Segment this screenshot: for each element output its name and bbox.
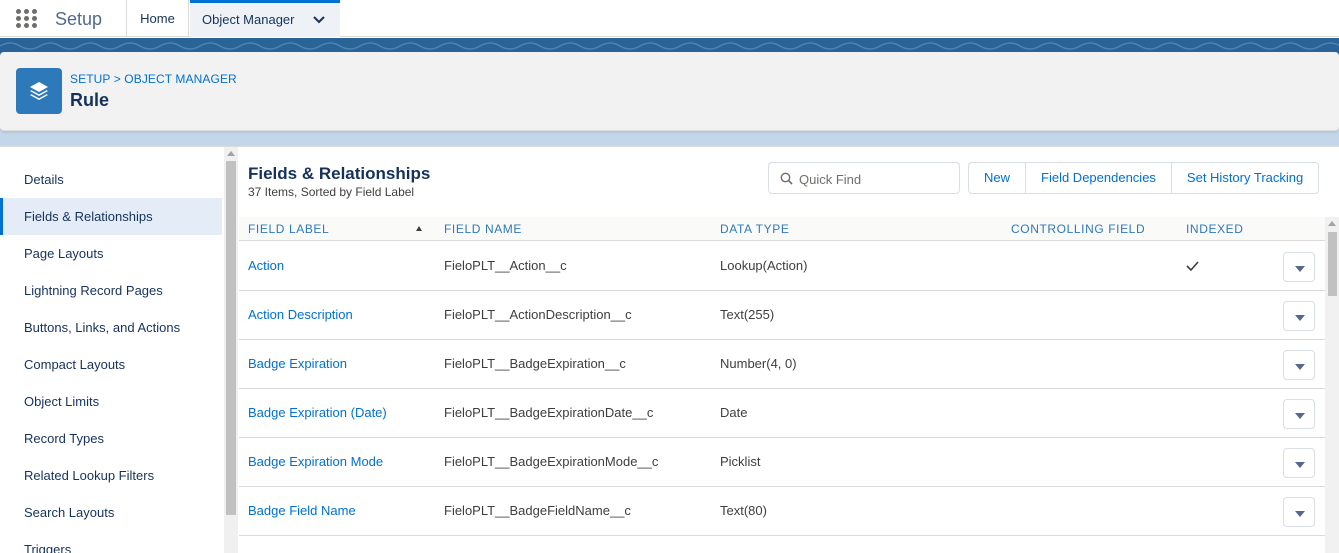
sidebar-item-compact-layouts[interactable]: Compact Layouts	[0, 346, 222, 383]
table-row: Badge Expiration (Date) FieloPLT__BadgeEx…	[239, 389, 1325, 438]
sidebar-scrollbar[interactable]	[224, 147, 238, 553]
chevron-down-icon	[1295, 266, 1305, 272]
field-data-type: Number(4, 0)	[720, 356, 797, 371]
table-row: Action FieloPLT__Action__c Lookup(Action)	[239, 242, 1325, 291]
indexed-check-icon	[1186, 261, 1199, 272]
quick-find-input[interactable]	[799, 169, 949, 189]
field-data-type: Text(80)	[720, 503, 767, 518]
field-label-link[interactable]: Badge Expiration (Date)	[248, 389, 387, 437]
action-button-group: New Field Dependencies Set History Track…	[968, 162, 1320, 194]
sidebar: Details Fields & Relationships Page Layo…	[0, 147, 224, 553]
row-actions-button[interactable]	[1283, 301, 1315, 331]
chevron-down-icon	[1295, 511, 1305, 517]
table-header: FIELD LABEL FIELD NAME DATA TYPE CONTROL…	[239, 217, 1325, 241]
sidebar-item-record-types[interactable]: Record Types	[0, 420, 222, 457]
chevron-down-icon	[1295, 315, 1305, 321]
new-button[interactable]: New	[969, 163, 1025, 193]
field-label-link[interactable]: Badge Field Name	[248, 487, 356, 535]
table-row: Badge Expiration FieloPLT__BadgeExpiratio…	[239, 340, 1325, 389]
scroll-up-icon[interactable]	[1328, 221, 1336, 226]
breadcrumb-setup[interactable]: SETUP	[70, 72, 110, 86]
table-row: Action Description FieloPLT__ActionDescri…	[239, 291, 1325, 340]
field-data-type: Lookup(Action)	[720, 258, 808, 273]
row-actions-button[interactable]	[1283, 448, 1315, 478]
sidebar-item-related-lookup-filters[interactable]: Related Lookup Filters	[0, 457, 222, 494]
object-header: SETUP > OBJECT MANAGER Rule	[0, 52, 1339, 131]
table-scrollbar[interactable]	[1325, 217, 1339, 553]
column-header-field-label[interactable]: FIELD LABEL	[248, 217, 329, 241]
sidebar-item-object-limits[interactable]: Object Limits	[0, 383, 222, 420]
field-label-link[interactable]: Action Description	[248, 291, 353, 339]
field-api-name: FieloPLT__BadgeExpirationMode__c	[444, 454, 659, 469]
row-actions-button[interactable]	[1283, 350, 1315, 380]
column-header-field-name[interactable]: FIELD NAME	[444, 217, 522, 241]
search-icon	[780, 172, 793, 185]
section-title: Fields & Relationships	[248, 164, 431, 183]
app-name: Setup	[55, 9, 103, 29]
chevron-down-icon[interactable]	[312, 13, 326, 27]
chevron-down-icon	[1295, 364, 1305, 370]
field-dependencies-button[interactable]: Field Dependencies	[1025, 163, 1171, 193]
field-api-name: FieloPLT__BadgeExpirationDate__c	[444, 405, 654, 420]
field-label-link[interactable]: Action	[248, 242, 284, 290]
fields-panel: Fields & Relationships 37 Items, Sorted …	[239, 147, 1339, 553]
set-history-tracking-button[interactable]: Set History Tracking	[1170, 163, 1318, 193]
sidebar-item-buttons-links-actions[interactable]: Buttons, Links, and Actions	[0, 309, 222, 346]
field-data-type: Text(255)	[720, 307, 775, 322]
column-header-data-type[interactable]: DATA TYPE	[720, 217, 789, 241]
column-header-indexed[interactable]: INDEXED	[1186, 217, 1244, 241]
chevron-down-icon	[1295, 462, 1305, 468]
tab-home[interactable]: Home	[127, 0, 189, 37]
page-title: Rule	[70, 90, 110, 110]
row-actions-button[interactable]	[1283, 497, 1315, 527]
sort-ascending-icon	[416, 226, 422, 231]
sidebar-scrollbar-thumb[interactable]	[226, 161, 236, 515]
chevron-down-icon	[1295, 413, 1305, 419]
field-label-link[interactable]: Badge Expiration	[248, 340, 347, 388]
tab-object-manager[interactable]: Object Manager	[190, 0, 340, 37]
sidebar-item-fields-relationships[interactable]: Fields & Relationships	[0, 198, 222, 235]
field-api-name: FieloPLT__BadgeExpiration__c	[444, 356, 626, 371]
breadcrumb-object-manager[interactable]: OBJECT MANAGER	[124, 72, 237, 86]
scroll-up-icon[interactable]	[227, 151, 235, 156]
sidebar-item-lightning-record-pages[interactable]: Lightning Record Pages	[0, 272, 222, 309]
field-data-type: Date	[720, 405, 748, 420]
row-actions-button[interactable]	[1283, 252, 1315, 282]
table-row: Badge Field Name FieloPLT__BadgeFieldName…	[239, 487, 1325, 536]
sidebar-item-triggers[interactable]: Triggers	[0, 531, 222, 553]
table-scrollbar-thumb[interactable]	[1328, 232, 1337, 296]
field-label-link[interactable]: Badge Expiration Mode	[248, 438, 383, 486]
content-area: Details Fields & Relationships Page Layo…	[0, 146, 1339, 553]
field-api-name: FieloPLT__BadgeFieldName__c	[444, 503, 631, 518]
field-api-name: FieloPLT__ActionDescription__c	[444, 307, 632, 322]
stacked-layers-icon	[16, 68, 62, 114]
tab-object-manager-label: Object Manager	[202, 12, 295, 27]
breadcrumb-separator: >	[113, 72, 121, 86]
section-subtitle: 37 Items, Sorted by Field Label	[248, 185, 415, 199]
row-actions-button[interactable]	[1283, 399, 1315, 429]
sidebar-item-search-layouts[interactable]: Search Layouts	[0, 494, 222, 531]
column-header-controlling-field[interactable]: CONTROLLING FIELD	[1011, 217, 1145, 241]
quick-find-box[interactable]	[768, 162, 960, 194]
breadcrumb: SETUP > OBJECT MANAGER	[70, 72, 237, 86]
table-row: Badge Expiration Mode FieloPLT__BadgeExpi…	[239, 438, 1325, 487]
field-data-type: Picklist	[720, 454, 761, 469]
sidebar-item-details[interactable]: Details	[0, 161, 222, 198]
sidebar-item-page-layouts[interactable]: Page Layouts	[0, 235, 222, 272]
app-launcher-icon[interactable]	[16, 9, 38, 29]
field-api-name: FieloPLT__Action__c	[444, 258, 567, 273]
global-header: Setup Home Object Manager	[0, 0, 1339, 37]
